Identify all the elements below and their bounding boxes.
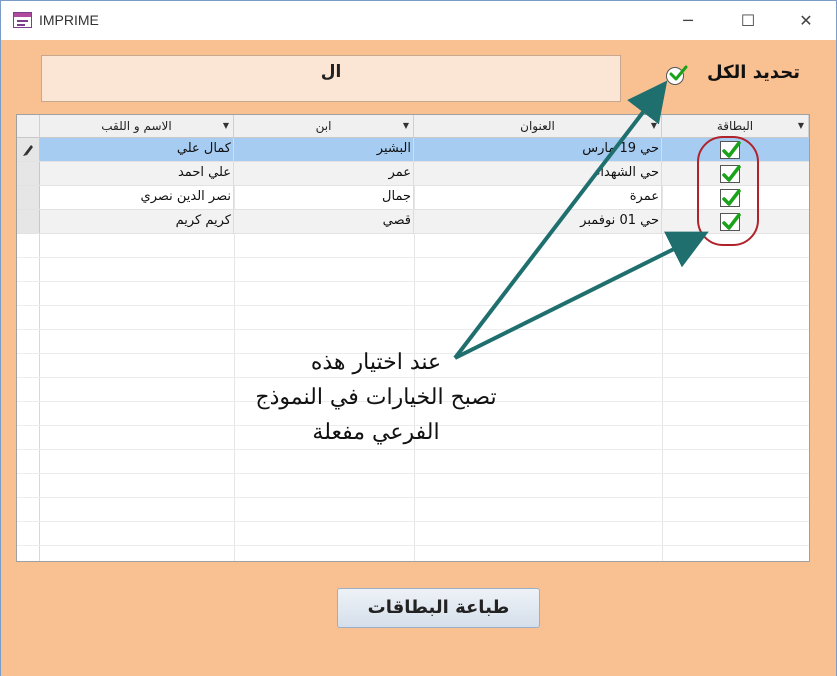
column-header-son-of[interactable]: ابن ▼ [234,115,414,138]
table-row[interactable]: علي احمد عمر حي الشهداء [17,162,809,186]
table-row[interactable]: كريم كريم قصي حي 01 نوفمبر [17,210,809,234]
dropdown-arrow-icon[interactable]: ▼ [403,115,409,137]
column-header-card[interactable]: البطاقة ▼ [662,115,809,138]
cell-son-of[interactable]: جمال [234,186,414,209]
annotation-text: عند اختيار هذه تصبح الخيارات في النموذج … [231,345,521,450]
table-row[interactable]: نصر الدين نصري جمال عمرة [17,186,809,210]
maximize-button[interactable]: ☐ [725,1,771,40]
annotation-line: الفرعي مفعلة [312,420,440,445]
highlight-oval [697,136,759,246]
record-selector[interactable] [17,138,40,161]
header-field[interactable]: ال [41,55,621,102]
dropdown-arrow-icon[interactable]: ▼ [223,115,229,137]
maximize-icon: ☐ [740,11,756,30]
cell-address[interactable]: حي 01 نوفمبر [414,210,662,233]
record-selector[interactable] [17,162,40,185]
minimize-button[interactable]: ─ [665,1,711,40]
cell-name[interactable]: نصر الدين نصري [40,186,234,209]
minimize-icon: ─ [683,11,693,30]
app-window: IMPRIME ─ ☐ ✕ ال تحديد الكل الاسم و اللق… [0,0,837,676]
cell-name[interactable]: كريم كريم [40,210,234,233]
dropdown-arrow-icon[interactable]: ▼ [651,115,657,137]
annotation-line: عند اختيار هذه [310,350,442,375]
pencil-edit-icon [23,145,33,156]
cell-son-of[interactable]: عمر [234,162,414,185]
cell-son-of[interactable]: قصي [234,210,414,233]
table-row[interactable]: كمال علي البشير حي 19 مارس [17,138,809,162]
cell-son-of[interactable]: البشير [234,138,414,161]
column-header-address[interactable]: العنوان ▼ [414,115,662,138]
checkmark-icon [669,65,688,81]
annotation-line: تصبح الخيارات في النموذج [255,385,497,410]
print-cards-button[interactable]: طباعة البطاقات [337,588,540,628]
form-body: ال تحديد الكل الاسم و اللقب ▼ ابن ▼ العنوا… [1,40,836,676]
window-title: IMPRIME [39,12,99,28]
cell-address[interactable]: عمرة [414,186,662,209]
close-button[interactable]: ✕ [783,1,829,40]
close-icon: ✕ [799,11,813,30]
record-selector[interactable] [17,186,40,209]
record-selector[interactable] [17,210,40,233]
cell-name[interactable]: علي احمد [40,162,234,185]
select-all-label: تحديد الكل [707,62,801,83]
dropdown-arrow-icon[interactable]: ▼ [798,115,804,137]
column-header-name[interactable]: الاسم و اللقب ▼ [40,115,234,138]
cell-name[interactable]: كمال علي [40,138,234,161]
subform-datasheet: الاسم و اللقب ▼ ابن ▼ العنوان ▼ البطاقة ▼ [16,114,810,562]
select-all-corner[interactable] [17,115,40,138]
select-all-checkbox[interactable] [666,65,688,85]
cell-address[interactable]: حي 19 مارس [414,138,662,161]
cell-address[interactable]: حي الشهداء [414,162,662,185]
title-bar: IMPRIME ─ ☐ ✕ [1,1,836,40]
form-icon [13,12,32,28]
header-text: ال [320,62,342,82]
